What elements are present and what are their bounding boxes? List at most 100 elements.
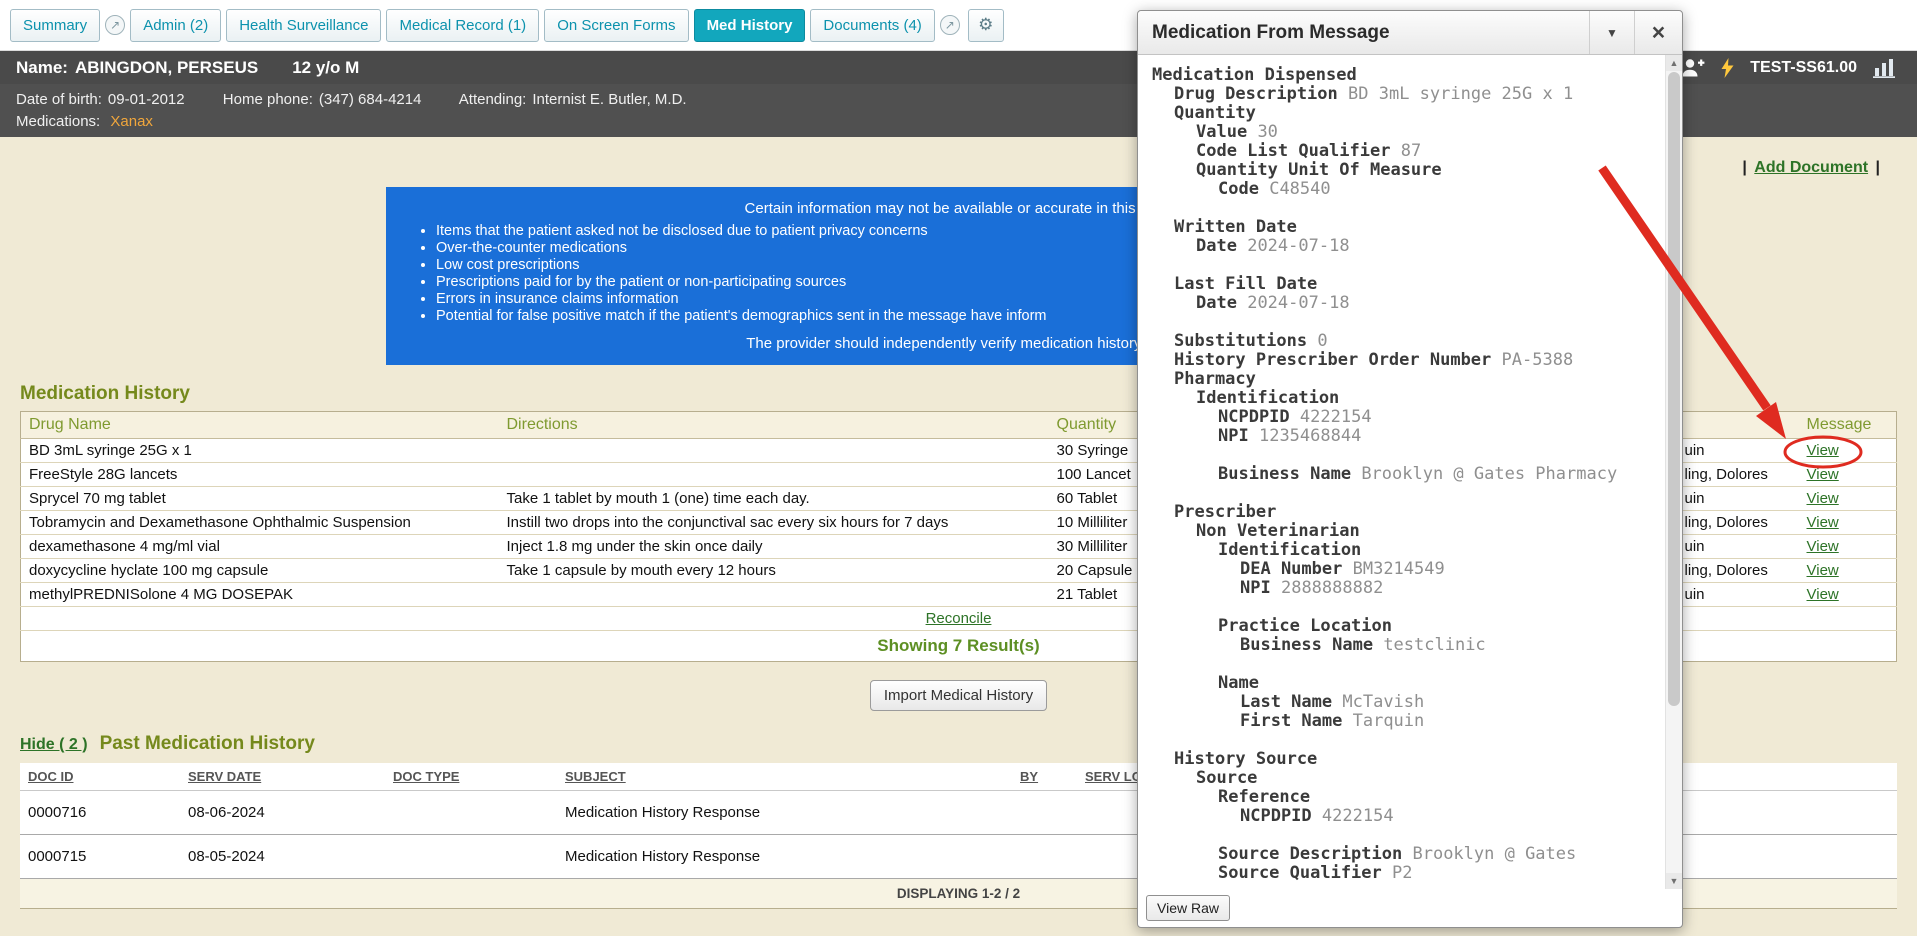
import-medical-history-button[interactable]: Import Medical History bbox=[870, 680, 1047, 711]
popout-icon[interactable]: ↗ bbox=[940, 15, 960, 35]
med-cell-directions bbox=[499, 463, 1049, 487]
medications-value[interactable]: Xanax bbox=[110, 113, 153, 130]
view-message-link[interactable]: View bbox=[1807, 466, 1839, 483]
modal-line: Source Description Brooklyn @ Gates bbox=[1152, 845, 1661, 864]
modal-line-value: testclinic bbox=[1383, 635, 1485, 655]
modal-line: DEA Number BM3214549 bbox=[1152, 560, 1661, 579]
view-message-link[interactable]: View bbox=[1807, 442, 1839, 459]
modal-line: Code List Qualifier 87 bbox=[1152, 142, 1661, 161]
modal-title: Medication From Message bbox=[1138, 22, 1589, 44]
modal-line-value: 87 bbox=[1401, 141, 1421, 161]
med-cell-drug-name: dexamethasone 4 mg/ml vial bbox=[21, 535, 499, 559]
past-cell-doc-id: 0000715 bbox=[20, 835, 180, 879]
popout-icon[interactable]: ↗ bbox=[105, 15, 125, 35]
lightning-icon[interactable] bbox=[1721, 58, 1734, 78]
hide-link[interactable]: Hide ( 2 ) bbox=[20, 736, 88, 754]
add-patient-icon[interactable] bbox=[1681, 58, 1705, 78]
modal-line: Last Fill Date bbox=[1152, 275, 1661, 294]
past-col-serv-date[interactable]: SERV DATE bbox=[180, 763, 385, 791]
view-message-link[interactable]: View bbox=[1807, 586, 1839, 603]
modal-line-value: BD 3mL syringe 25G x 1 bbox=[1348, 84, 1573, 104]
modal-line-label: First Name bbox=[1240, 711, 1342, 731]
modal-blank-line bbox=[1152, 199, 1661, 218]
modal-line-label: Code List Qualifier bbox=[1196, 141, 1390, 161]
col-drug-name: Drug Name bbox=[21, 412, 499, 439]
modal-line: History Source bbox=[1152, 750, 1661, 769]
bar-chart-icon[interactable] bbox=[1873, 58, 1895, 78]
med-cell-prescriber: uin bbox=[1677, 487, 1799, 511]
past-cell-doc-id: 0000716 bbox=[20, 791, 180, 835]
modal-line-label: DEA Number bbox=[1240, 559, 1342, 579]
modal-blank-line bbox=[1152, 256, 1661, 275]
modal-line-value: 2024-07-18 bbox=[1247, 293, 1349, 313]
separator: | bbox=[1742, 159, 1746, 176]
attending-label: Attending: bbox=[459, 91, 527, 108]
settings-gear-button[interactable]: ⚙ bbox=[968, 9, 1004, 42]
med-cell-directions: Inject 1.8 mg under the skin once daily bbox=[499, 535, 1049, 559]
scroll-down-arrow[interactable]: ▼ bbox=[1666, 873, 1682, 889]
med-cell-drug-name: methylPREDNISolone 4 MG DOSEPAK bbox=[21, 583, 499, 607]
modal-line-label: Quantity Unit Of Measure bbox=[1196, 160, 1442, 180]
modal-line-label: Business Name bbox=[1240, 635, 1373, 655]
modal-line: NPI 1235468844 bbox=[1152, 427, 1661, 446]
scroll-up-arrow[interactable]: ▲ bbox=[1666, 55, 1682, 71]
med-cell-message: View bbox=[1799, 463, 1897, 487]
past-col-doc-id[interactable]: DOC ID bbox=[20, 763, 180, 791]
past-cell-doc-type bbox=[385, 835, 557, 879]
modal-line-value: 2024-07-18 bbox=[1247, 236, 1349, 256]
modal-line-label: Prescriber bbox=[1174, 502, 1276, 522]
modal-line-label: Source Description bbox=[1218, 844, 1402, 864]
modal-blank-line bbox=[1152, 598, 1661, 617]
med-cell-prescriber: uin bbox=[1677, 439, 1799, 463]
modal-caret-button[interactable]: ▼ bbox=[1589, 11, 1634, 54]
view-message-link[interactable]: View bbox=[1807, 562, 1839, 579]
med-cell-prescriber: uin bbox=[1677, 535, 1799, 559]
tab-health-surveillance[interactable]: Health Surveillance bbox=[226, 9, 381, 42]
tab-documents-4[interactable]: Documents (4) bbox=[810, 9, 934, 42]
modal-line-value: 1235468844 bbox=[1259, 426, 1361, 446]
modal-line-label: History Source bbox=[1174, 749, 1317, 769]
past-cell-subject: Medication History Response bbox=[557, 791, 1012, 835]
modal-line-label: Medication Dispensed bbox=[1152, 65, 1357, 85]
modal-line-value: 2888888882 bbox=[1281, 578, 1383, 598]
patient-name: ABINGDON, PERSEUS bbox=[75, 58, 258, 78]
modal-close-button[interactable]: × bbox=[1634, 11, 1682, 54]
modal-scrollbar[interactable]: ▲ ▼ bbox=[1665, 55, 1682, 889]
modal-line: Written Date bbox=[1152, 218, 1661, 237]
modal-line: Pharmacy bbox=[1152, 370, 1661, 389]
tab-summary[interactable]: Summary bbox=[10, 9, 100, 42]
modal-line-label: Drug Description bbox=[1174, 84, 1338, 104]
view-message-link[interactable]: View bbox=[1807, 538, 1839, 555]
modal-line-label: Identification bbox=[1196, 388, 1339, 408]
view-raw-button[interactable]: View Raw bbox=[1146, 895, 1230, 921]
medication-from-message-modal: Medication From Message ▼ × Medication D… bbox=[1137, 10, 1683, 928]
modal-line: Reference bbox=[1152, 788, 1661, 807]
view-message-link[interactable]: View bbox=[1807, 490, 1839, 507]
med-cell-message: View bbox=[1799, 559, 1897, 583]
modal-line-value: 0 bbox=[1317, 331, 1327, 351]
scrollbar-thumb[interactable] bbox=[1668, 72, 1680, 706]
past-col-by[interactable]: BY bbox=[1012, 763, 1077, 791]
modal-line: Value 30 bbox=[1152, 123, 1661, 142]
reconcile-link[interactable]: Reconcile bbox=[926, 610, 992, 627]
home-phone-label: Home phone: bbox=[223, 91, 313, 108]
tab-admin-2[interactable]: Admin (2) bbox=[130, 9, 221, 42]
view-message-link[interactable]: View bbox=[1807, 514, 1839, 531]
modal-line-label: Date bbox=[1196, 236, 1237, 256]
modal-line-label: Last Name bbox=[1240, 692, 1332, 712]
tab-on-screen-forms[interactable]: On Screen Forms bbox=[544, 9, 688, 42]
med-cell-drug-name: FreeStyle 28G lancets bbox=[21, 463, 499, 487]
modal-line-label: Business Name bbox=[1218, 464, 1351, 484]
past-col-doc-type[interactable]: DOC TYPE bbox=[385, 763, 557, 791]
modal-line-label: NCPDPID bbox=[1218, 407, 1290, 427]
modal-line: First Name Tarquin bbox=[1152, 712, 1661, 731]
modal-blank-line bbox=[1152, 484, 1661, 503]
modal-line-value: BM3214549 bbox=[1353, 559, 1445, 579]
modal-line-label: Source bbox=[1196, 768, 1257, 788]
past-col-subject[interactable]: SUBJECT bbox=[557, 763, 1012, 791]
patient-name-label: Name: bbox=[16, 58, 68, 78]
tab-med-history[interactable]: Med History bbox=[694, 9, 806, 42]
add-document-link[interactable]: Add Document bbox=[1754, 159, 1868, 176]
med-cell-message: View bbox=[1799, 583, 1897, 607]
tab-medical-record-1[interactable]: Medical Record (1) bbox=[386, 9, 539, 42]
